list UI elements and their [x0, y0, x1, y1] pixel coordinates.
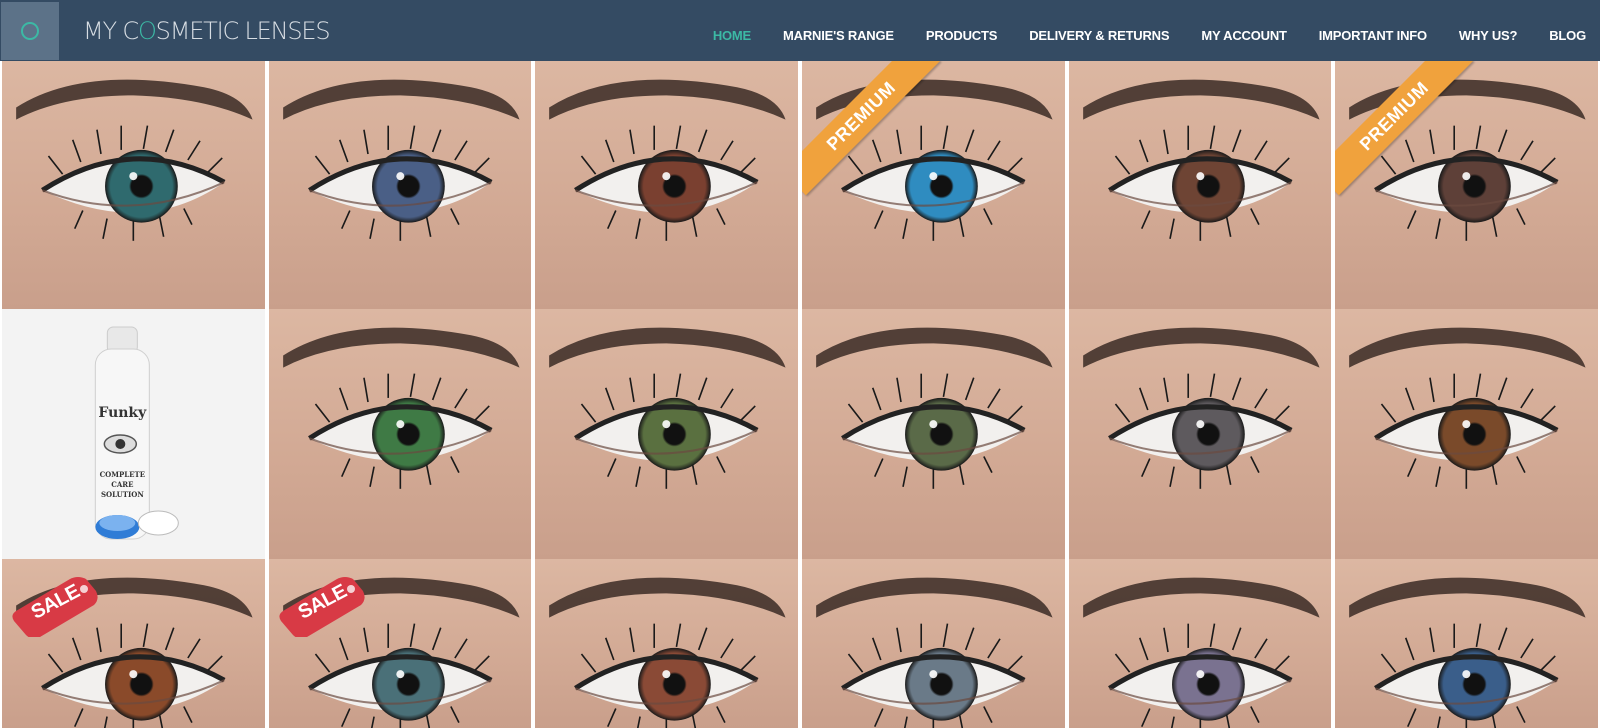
product-tile[interactable]	[268, 309, 532, 559]
product-tile[interactable]	[268, 61, 532, 309]
eye-image	[1349, 327, 1586, 489]
eye-image	[282, 327, 520, 489]
eye-image	[1082, 79, 1320, 241]
product-label-line: COMPLETE	[100, 470, 145, 479]
product-tile[interactable]	[801, 559, 1065, 728]
eye-image	[549, 327, 786, 489]
eye-image	[816, 327, 1053, 489]
eye-image	[282, 79, 520, 241]
product-tile[interactable]	[1068, 559, 1332, 728]
product-tile-care-solution[interactable]: Funky COMPLETE CARE SOLUTION	[2, 309, 265, 559]
care-solution-bottle-image: Funky COMPLETECARESOLUTION	[94, 326, 179, 540]
product-tile[interactable]	[1335, 559, 1598, 728]
product-tile[interactable]	[1068, 61, 1332, 309]
nav-marnies-range[interactable]: MARNIE'S RANGE	[767, 28, 910, 43]
product-tile[interactable]: SALE	[268, 559, 532, 728]
product-brand-label: Funky	[98, 405, 147, 421]
product-grid: PREMIUM PREMIUM Funky COMPLETE CARE SOLU…	[0, 61, 1600, 728]
eye-image	[1349, 79, 1586, 241]
sale-tag-icon: SALE	[279, 567, 369, 639]
product-tile[interactable]	[1068, 309, 1332, 559]
nav-my-account[interactable]: MY ACCOUNT	[1185, 28, 1302, 43]
logo-mark[interactable]	[1, 2, 59, 60]
product-tile[interactable]: PREMIUM	[1335, 61, 1598, 309]
site-header: MY COSMETIC LENSES HOME MARNIE'S RANGE P…	[0, 0, 1600, 61]
eye-image	[816, 577, 1053, 728]
nav-why-us[interactable]: WHY US?	[1443, 28, 1533, 43]
sale-tag-icon: SALE	[12, 567, 102, 639]
eye-image	[549, 79, 786, 241]
nav-important-info[interactable]: IMPORTANT INFO	[1303, 28, 1443, 43]
product-tile[interactable]	[535, 309, 798, 559]
nav-blog[interactable]: BLOG	[1533, 28, 1586, 43]
brand-wordmark[interactable]: MY COSMETIC LENSES	[83, 14, 331, 48]
eye-image	[1082, 327, 1320, 489]
eye-image	[16, 79, 253, 241]
nav-products[interactable]: PRODUCTS	[910, 28, 1013, 43]
main-nav: HOME MARNIE'S RANGE PRODUCTS DELIVERY & …	[697, 0, 1586, 61]
nav-home[interactable]: HOME	[697, 28, 767, 43]
product-tile[interactable]	[1335, 309, 1598, 559]
eye-image	[1349, 577, 1586, 728]
product-tile[interactable]: SALE	[2, 559, 265, 728]
nav-delivery-returns[interactable]: DELIVERY & RETURNS	[1013, 28, 1185, 43]
product-tile[interactable]	[2, 61, 265, 309]
product-label-line: SOLUTION	[101, 490, 144, 499]
product-tile[interactable]	[801, 309, 1065, 559]
product-tile[interactable]	[535, 559, 798, 728]
product-label-line: CARE	[111, 480, 133, 489]
logo-ring-icon	[21, 22, 39, 40]
product-tile[interactable]	[535, 61, 798, 309]
product-tile[interactable]: PREMIUM	[801, 61, 1065, 309]
eye-image	[1082, 577, 1320, 728]
eye-image	[549, 577, 786, 728]
eye-image	[816, 79, 1053, 241]
